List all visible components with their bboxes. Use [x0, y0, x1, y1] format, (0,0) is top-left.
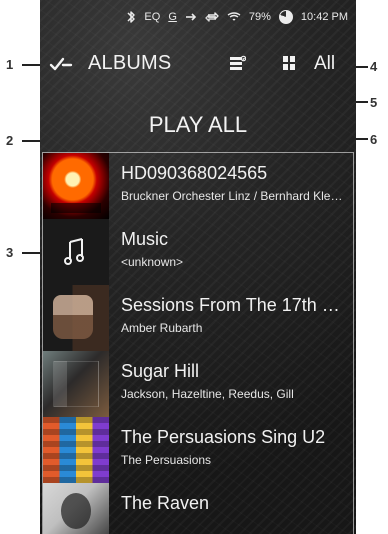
- callout-number-1: 1: [6, 57, 14, 72]
- album-art-persuasions: [43, 417, 109, 483]
- callout-number-2: 2: [6, 133, 14, 148]
- album-row[interactable]: Sugar Hill Jackson, Hazeltine, Reedus, G…: [43, 351, 353, 417]
- album-row[interactable]: The Persuasions Sing U2 The Persuasions: [43, 417, 353, 483]
- album-meta: The Raven: [121, 493, 345, 519]
- grid-view-icon: [280, 54, 298, 77]
- album-subtitle: Bruckner Orchester Linz / Bernhard Klee,…: [121, 189, 345, 203]
- page-title: ALBUMS: [88, 52, 172, 74]
- album-meta: HD090368024565 Bruckner Orchester Linz /…: [121, 163, 345, 203]
- grid-view-button[interactable]: [276, 52, 302, 78]
- album-art-label: [51, 203, 101, 213]
- back-button[interactable]: [46, 51, 76, 81]
- callout-number-6: 6: [370, 132, 378, 147]
- bluetooth-icon: [126, 10, 136, 24]
- check-back-icon: [49, 55, 73, 78]
- callout-number-3: 3: [6, 245, 14, 260]
- player-screen: EQ G 79% 10:42 PM ALBUMS All PLAY ALL HD…: [40, 0, 356, 534]
- album-art-bruckner: [43, 153, 109, 219]
- album-row[interactable]: HD090368024565 Bruckner Orchester Linz /…: [43, 153, 353, 219]
- album-subtitle: <unknown>: [121, 255, 184, 269]
- album-row[interactable]: Music <unknown>: [43, 219, 353, 285]
- status-icons: EQ G 79% 10:42 PM: [126, 10, 348, 24]
- album-meta: Sugar Hill Jackson, Hazeltine, Reedus, G…: [121, 361, 345, 401]
- album-title: HD090368024565: [121, 163, 268, 183]
- status-bar: EQ G 79% 10:42 PM: [40, 0, 356, 34]
- album-subtitle: Jackson, Hazeltine, Reedus, Gill: [121, 387, 294, 401]
- eq-indicator: EQ: [144, 11, 161, 23]
- callout-line-3: [22, 252, 42, 254]
- album-art-raven: [43, 483, 109, 534]
- album-art-amber-rubarth: [43, 285, 109, 351]
- album-art-sugar-hill: [43, 351, 109, 417]
- status-time: 10:42 PM: [300, 11, 348, 23]
- all-button[interactable]: All: [314, 53, 335, 75]
- play-all-label: PLAY ALL: [148, 112, 248, 137]
- album-subtitle: The Persuasions: [121, 453, 212, 467]
- album-row[interactable]: Sessions From The 17th Ward Amber Rubart…: [43, 285, 353, 351]
- list-view-button[interactable]: [224, 52, 250, 78]
- album-title: Sugar Hill: [121, 361, 200, 381]
- battery-percent: 79%: [248, 11, 271, 23]
- albums-header: ALBUMS All: [40, 46, 356, 86]
- album-list[interactable]: HD090368024565 Bruckner Orchester Linz /…: [42, 152, 354, 534]
- album-meta: Sessions From The 17th Ward Amber Rubart…: [121, 295, 345, 335]
- battery-icon: [278, 10, 293, 24]
- list-view-icon: [228, 54, 247, 77]
- play-all-button[interactable]: PLAY ALL: [40, 108, 356, 142]
- gapless-indicator: G: [168, 11, 177, 23]
- wifi-icon: [227, 12, 241, 22]
- callout-number-5: 5: [370, 95, 378, 110]
- album-meta: The Persuasions Sing U2 The Persuasions: [121, 427, 345, 467]
- music-note-icon: [43, 219, 109, 285]
- album-row[interactable]: The Raven: [43, 483, 353, 534]
- arrow-right-icon: [185, 12, 197, 22]
- music-note-glyph: [64, 238, 84, 265]
- album-title: Music: [121, 229, 169, 249]
- album-subtitle: Amber Rubarth: [121, 321, 203, 335]
- repeat-icon: [205, 11, 219, 23]
- album-title: Sessions From The 17th Ward: [121, 295, 345, 315]
- album-meta: Music <unknown>: [121, 229, 345, 269]
- callout-number-4: 4: [370, 59, 378, 74]
- album-title: The Persuasions Sing U2: [121, 427, 326, 447]
- gapless-label: G: [168, 11, 177, 23]
- album-title: The Raven: [121, 493, 210, 513]
